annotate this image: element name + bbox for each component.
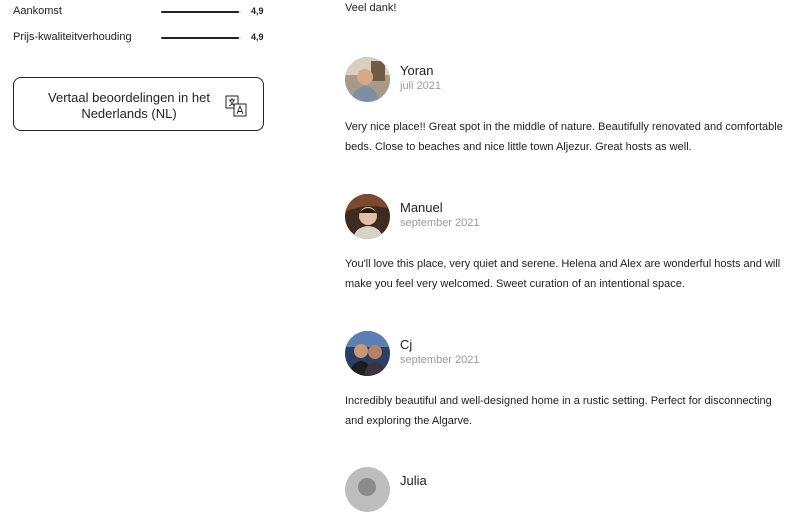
translate-button-label: Vertaal beoordelingen in het Nederlands … bbox=[48, 90, 210, 121]
review-date: september 2021 bbox=[400, 217, 480, 229]
review-date: juli 2021 bbox=[400, 80, 441, 92]
avatar[interactable] bbox=[345, 467, 390, 512]
avatar[interactable] bbox=[345, 194, 390, 239]
rating-label: Prijs-kwaliteitverhouding bbox=[13, 31, 132, 43]
avatar[interactable] bbox=[345, 331, 390, 376]
rating-value: 4,9 bbox=[251, 32, 264, 42]
avatar[interactable] bbox=[345, 57, 390, 102]
review-text: Incredibly beautiful and well-designed h… bbox=[345, 395, 772, 427]
rating-row-value: Prijs-kwaliteitverhouding 4,9 bbox=[13, 28, 266, 48]
rating-label: Aankomst bbox=[13, 5, 62, 17]
previous-review-text: Veel dank! bbox=[345, 2, 397, 14]
rating-row-arrival: Aankomst 4,9 bbox=[13, 2, 266, 22]
rating-bar bbox=[161, 37, 241, 39]
translate-icon bbox=[225, 95, 247, 117]
rating-fill bbox=[161, 37, 240, 39]
review-date: september 2021 bbox=[400, 354, 480, 366]
reviewer-name: Manuel bbox=[400, 200, 443, 215]
reviewer-name: Yoran bbox=[400, 63, 434, 78]
rating-fill bbox=[161, 11, 240, 13]
review-text: You'll love this place, very quiet and s… bbox=[345, 258, 781, 290]
review-text: Very nice place!! Great spot in the midd… bbox=[345, 121, 783, 153]
translate-reviews-button[interactable]: Vertaal beoordelingen in het Nederlands … bbox=[13, 77, 264, 131]
reviewer-name: Julia bbox=[400, 473, 427, 488]
reviewer-name: Cj bbox=[400, 337, 413, 352]
rating-value: 4,9 bbox=[251, 6, 264, 16]
rating-bar bbox=[161, 11, 241, 13]
